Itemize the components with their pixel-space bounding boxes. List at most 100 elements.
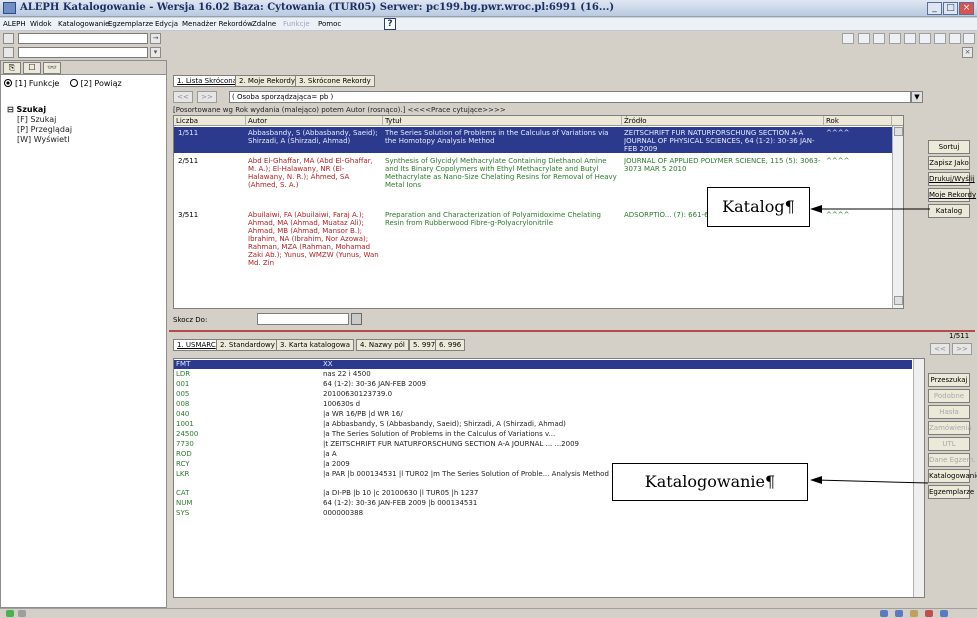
katalog-button[interactable]: Katalog bbox=[928, 204, 970, 218]
maximize-icon[interactable]: □ bbox=[943, 2, 958, 15]
marc-row[interactable]: 1001 |a Abbasbandy, S (Abbasbandy, Saeid)… bbox=[174, 420, 912, 429]
dane-egzem-button[interactable]: Dane Egzem. bbox=[928, 453, 976, 467]
marc-row[interactable]: 005 20100630123739.0 bbox=[174, 390, 912, 399]
next-record-button[interactable]: >> bbox=[952, 343, 972, 355]
menu-edycja[interactable]: Edycja bbox=[155, 20, 178, 28]
table-row[interactable]: 1/511 Abbasbandy, S (Abbasbandy, Saeid);… bbox=[174, 127, 892, 153]
close-icon[interactable]: × bbox=[959, 2, 974, 15]
binoculars-icon[interactable]: 👓 bbox=[43, 62, 61, 74]
marc-row[interactable]: ROD |a A bbox=[174, 450, 912, 459]
toolbar-icon-left-2[interactable] bbox=[3, 47, 14, 58]
tree-item-wyswietl[interactable]: [W] Wyświetl bbox=[17, 135, 72, 145]
marc-row[interactable]: 24500 |a The Series Solution of Problems … bbox=[174, 430, 912, 439]
tab-karta-katalogowa[interactable]: 3. Karta katalogowa bbox=[276, 339, 355, 351]
scroll-up-icon[interactable] bbox=[894, 127, 903, 136]
toolbar-icon-2[interactable] bbox=[858, 33, 870, 44]
menu-pomoc[interactable]: Pomoc bbox=[318, 20, 341, 28]
marc-tag: 005 bbox=[176, 390, 190, 398]
panel-close-icon[interactable]: × bbox=[962, 47, 973, 58]
menu-funkcje[interactable]: Funkcje bbox=[283, 20, 310, 28]
marc-row[interactable]: LDR nas 22 i 4500 bbox=[174, 370, 912, 379]
tab-standardowy[interactable]: 2. Standardowy bbox=[216, 339, 279, 351]
dropdown-icon[interactable]: ▾ bbox=[150, 47, 161, 58]
results-scrollbar[interactable] bbox=[892, 126, 903, 308]
column-autor[interactable]: Autor bbox=[246, 116, 383, 126]
sortuj-button[interactable]: Sortuj bbox=[928, 140, 970, 154]
section-divider[interactable] bbox=[169, 330, 975, 334]
toolbar-icon-4[interactable] bbox=[889, 33, 901, 44]
toolbar-icon-left[interactable] bbox=[3, 33, 14, 44]
query-select[interactable]: ( Osoba sporządzająca= pb ) bbox=[229, 91, 911, 103]
prev-record-button[interactable]: << bbox=[930, 343, 950, 355]
help-icon[interactable]: ? bbox=[384, 18, 396, 30]
katalogowanie-button[interactable]: Katalogowanie bbox=[928, 469, 977, 483]
marc-record-table: FMT XX LDR nas 22 i 4500 001 64 (1-2): 30-… bbox=[173, 358, 925, 598]
radio-funkcje[interactable] bbox=[4, 79, 12, 87]
zapisz-jako-button[interactable]: Zapisz Jako bbox=[928, 156, 970, 170]
marc-row[interactable]: 040 |a WR 16/PB |d WR 16/ bbox=[174, 410, 912, 419]
marc-row[interactable]: 7730 |t ZEITSCHRIFT FUR NATURFORSCHUNG SE… bbox=[174, 440, 912, 449]
menu-zdalne[interactable]: Zdalne bbox=[252, 20, 276, 28]
window-icon[interactable]: ☐ bbox=[23, 62, 41, 74]
left-navigation-panel: ⎘ ☐ 👓 [1] Funkcje [2] Powiąz ⊟ Szukaj [F… bbox=[0, 60, 167, 608]
tab-lista-skrocona[interactable]: 1. Lista Skrócona bbox=[173, 75, 242, 87]
marc-tag: LKR bbox=[176, 470, 190, 478]
marc-tag: 7730 bbox=[176, 440, 194, 448]
moje-rekordy-button[interactable]: Moje Rekordy bbox=[928, 188, 976, 202]
egzemplarze-button[interactable]: Egzemplarze bbox=[928, 485, 974, 499]
menu-menadzer-rekordow[interactable]: Menadżer Rekordów bbox=[182, 20, 253, 28]
toolbar-input-1[interactable] bbox=[18, 33, 148, 44]
column-liczba[interactable]: Liczba bbox=[174, 116, 246, 126]
menu-katalogowanie[interactable]: Katalogowanie bbox=[58, 20, 109, 28]
toolbar-icon-9[interactable] bbox=[963, 33, 975, 44]
toolbar-input-2[interactable] bbox=[18, 47, 148, 58]
toolbar-icon-3[interactable] bbox=[873, 33, 885, 44]
tree-root-szukaj[interactable]: ⊟ Szukaj bbox=[7, 105, 72, 115]
column-rok[interactable]: Rok bbox=[824, 116, 892, 126]
toolbar-icon-5[interactable] bbox=[904, 33, 916, 44]
prev-page-button[interactable]: << bbox=[173, 91, 193, 103]
zamowienia-button[interactable]: Zamówienia bbox=[928, 421, 972, 435]
skocz-do-input[interactable] bbox=[257, 313, 349, 325]
sort-info: [Posortowane wg Rok wydania (malejąco) p… bbox=[173, 106, 506, 114]
tree-item-przegladaj[interactable]: [P] Przeglądaj bbox=[17, 125, 72, 135]
utl-button[interactable]: UTL bbox=[928, 437, 970, 451]
column-zrodlo[interactable]: Źródło bbox=[622, 116, 824, 126]
arrow-right-icon[interactable]: → bbox=[150, 33, 161, 44]
tab-moje-rekordy[interactable]: 2. Moje Rekordy bbox=[235, 75, 299, 87]
tab-usmarc[interactable]: 1. USMARC bbox=[173, 339, 220, 351]
chevron-down-icon[interactable]: ▼ bbox=[911, 91, 923, 103]
hasla-button[interactable]: Hasła bbox=[928, 405, 970, 419]
toolbar-icon-8[interactable] bbox=[949, 33, 961, 44]
podobne-button[interactable]: Podobne bbox=[928, 389, 970, 403]
tab-996[interactable]: 6. 996 bbox=[435, 339, 466, 351]
przeszukaj-button[interactable]: Przeszukaj bbox=[928, 373, 970, 387]
marc-row[interactable]: 001 64 (1-2): 30-36 JAN-FEB 2009 bbox=[174, 380, 912, 389]
marc-scrollbar[interactable] bbox=[913, 359, 924, 597]
minimize-icon[interactable]: _ bbox=[927, 2, 942, 15]
marc-row[interactable]: SYS 000000388 bbox=[174, 509, 912, 518]
marc-tag: 24500 bbox=[176, 430, 199, 438]
drukuj-wyslij-button[interactable]: Drukuj/Wyślij bbox=[928, 172, 975, 186]
marc-row[interactable]: 008 100630s d bbox=[174, 400, 912, 409]
marc-row[interactable]: FMT XX bbox=[174, 360, 912, 369]
menu-egzemplarze[interactable]: Egzemplarze bbox=[108, 20, 153, 28]
menu-aleph[interactable]: ALEPH bbox=[3, 20, 26, 28]
clipboard-icon[interactable]: ⎘ bbox=[3, 62, 21, 74]
menu-bar: ALEPH Widok Katalogowanie Egzemplarze Ed… bbox=[0, 18, 977, 31]
radio-powiaz[interactable] bbox=[69, 79, 78, 87]
toolbar-icon-7[interactable] bbox=[934, 33, 946, 44]
tree-item-szukaj[interactable]: [F] Szukaj bbox=[17, 115, 72, 125]
marc-value: |a 2009 bbox=[323, 460, 350, 468]
toolbar-icon-6[interactable] bbox=[919, 33, 931, 44]
tab-skrocone-rekordy[interactable]: 3. Skrócone Rekordy bbox=[295, 75, 375, 87]
column-tytul[interactable]: Tytuł bbox=[383, 116, 622, 126]
print-icon[interactable] bbox=[842, 33, 854, 44]
marc-value: 000000388 bbox=[323, 509, 364, 517]
skocz-do-button[interactable] bbox=[351, 313, 362, 325]
next-page-button[interactable]: >> bbox=[197, 91, 217, 103]
marc-tag: ROD bbox=[176, 450, 192, 458]
scroll-down-icon[interactable] bbox=[894, 296, 903, 305]
menu-widok[interactable]: Widok bbox=[30, 20, 52, 28]
tab-nazwy-pol[interactable]: 4. Nazwy pól bbox=[356, 339, 409, 351]
